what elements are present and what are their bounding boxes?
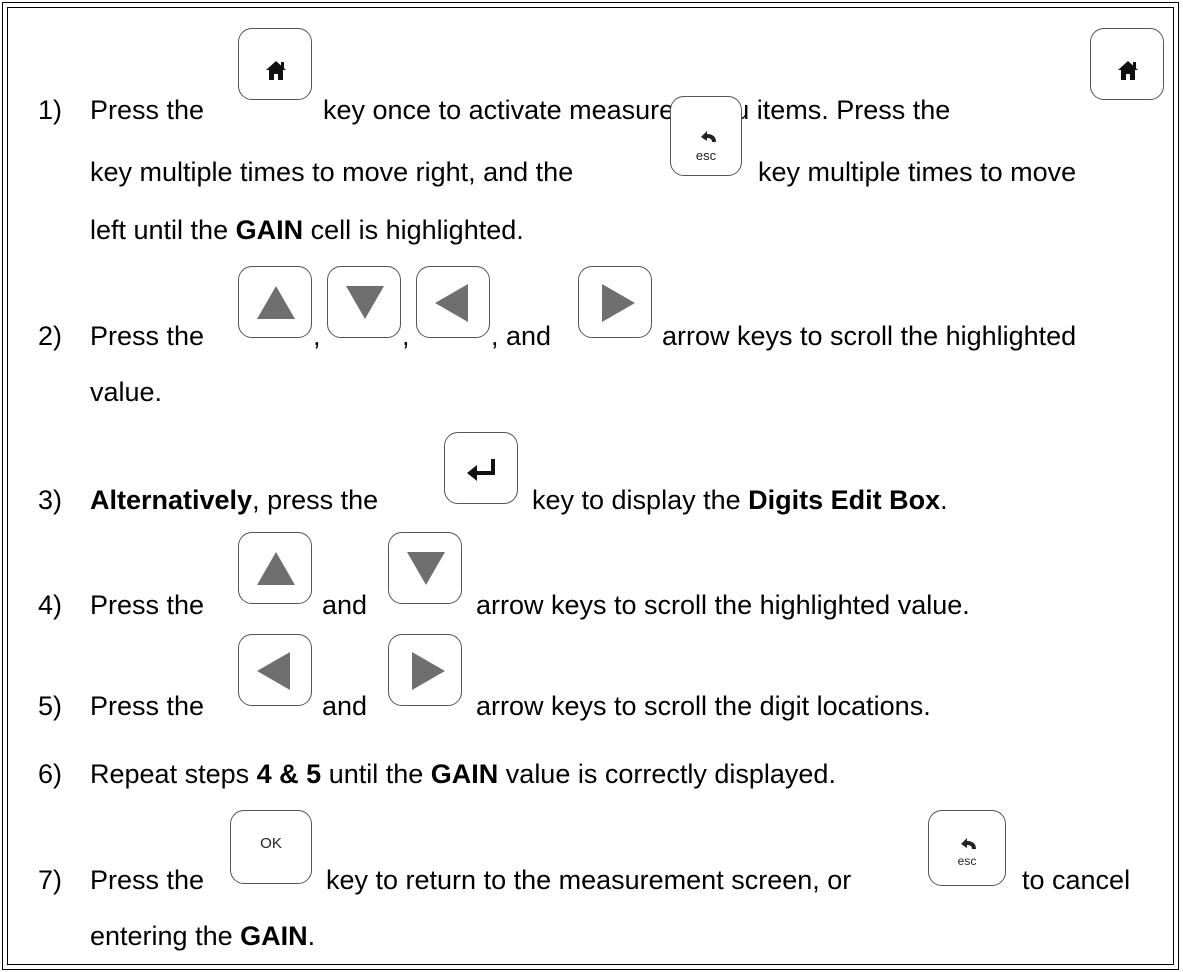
step-4-text-a: Press the [90,590,205,620]
up-key [238,266,312,338]
enter-key [444,432,518,504]
step-2-text-b: arrow keys to scroll the highlighted [662,321,1077,351]
left-arrow-icon [257,652,290,690]
step-7-text-d: entering the GAIN. [90,921,316,951]
down-arrow-icon [346,286,384,319]
step-2-sep3: , and [491,321,552,351]
enter-icon [467,459,495,481]
step-number-6: 6) [38,759,63,789]
step-number-7: 7) [38,865,63,895]
step-1-text-c: key multiple times to move right, and th… [90,157,574,187]
right-key [578,266,652,338]
step-1-text-a: Press the [90,95,205,125]
right-key-2 [388,634,462,706]
esc-back-icon [701,131,716,142]
left-key [416,266,490,338]
esc-back-icon [961,838,976,849]
esc-key-2: esc [928,810,1006,886]
step-3-text-a: Alternatively, press the [90,485,379,515]
step-5-text-b: arrow keys to scroll the digit locations… [476,691,931,721]
step-number-4: 4) [38,590,63,620]
step-number-1: 1) [38,95,63,125]
step-2-sep1: , [313,321,321,351]
step-4-and: and [322,590,368,620]
right-arrow-icon [602,284,635,322]
up-arrow-icon [257,552,295,585]
esc-key: esc [670,96,742,176]
step-6-text: Repeat steps 4 & 5 until the GAIN value … [90,759,836,789]
step-7-text-b: key to return to the measurement screen,… [326,865,852,895]
ok-key: OK [230,810,312,884]
step-number-3: 3) [38,485,63,515]
step-5-text-a: Press the [90,691,205,721]
step-5-and: and [322,691,368,721]
left-arrow-icon [435,284,468,322]
left-key-2 [238,634,312,706]
step-7-text-c: to cancel [1022,865,1131,895]
step-1-text-b: key once to activate measure menu items.… [323,95,951,125]
step-4-text-b: arrow keys to scroll the highlighted val… [476,590,970,620]
home-icon [1118,61,1138,80]
down-key [327,266,401,338]
right-arrow-icon [412,652,445,690]
step-1-text-line3: left until the GAIN cell is highlighted. [90,215,524,245]
step-2-text-c: value. [90,377,163,407]
up-key-2 [238,532,312,604]
home-key [238,28,312,100]
step-3-text-b: key to display the Digits Edit Box. [532,485,948,515]
step-1-text-d: key multiple times to move [758,157,1077,187]
step-7-text-a: Press the [90,865,205,895]
step-2-text-a: Press the [90,321,205,351]
up-arrow-icon [257,286,295,319]
down-key-2 [388,532,462,604]
down-arrow-icon [407,552,445,585]
ok-key-label: OK [260,835,282,852]
home-key-2 [1090,28,1164,100]
step-number-5: 5) [38,691,63,721]
step-number-2: 2) [38,321,63,351]
step-2-sep2: , [402,321,410,351]
home-icon [266,61,286,80]
